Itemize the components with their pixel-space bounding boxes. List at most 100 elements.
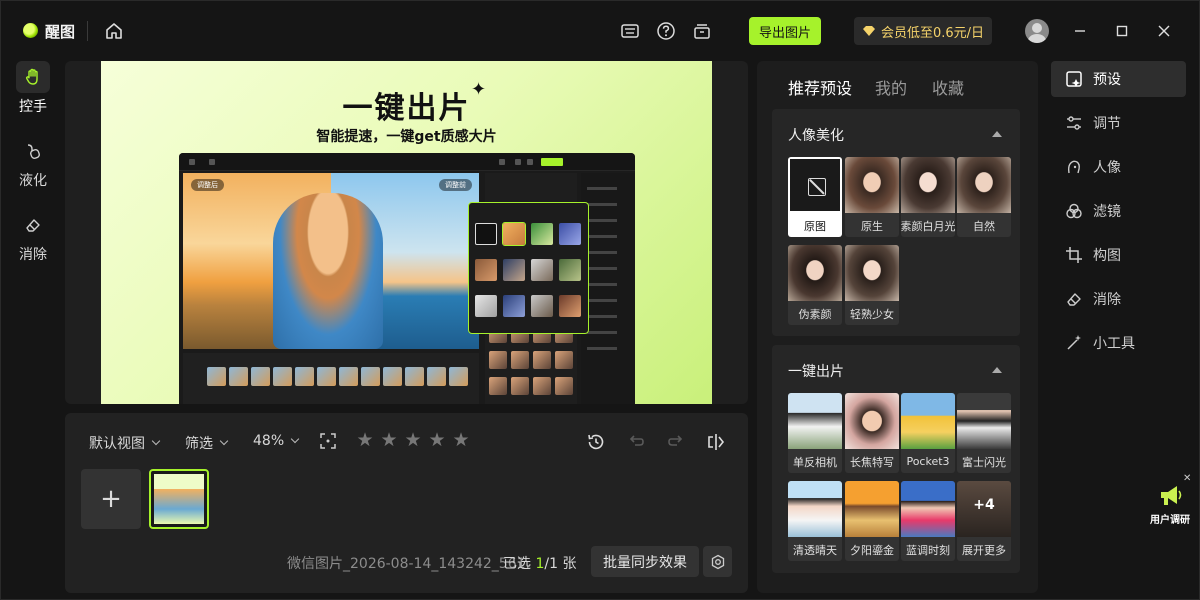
collapse-icon[interactable] [992,367,1002,373]
section-title[interactable]: 人像美化 [788,125,844,145]
preset-item[interactable]: 单反相机 [788,393,842,473]
poster-title: 一键出片 [342,91,471,126]
preset-icon [1065,70,1083,88]
crop-icon [1065,246,1083,264]
filter-dropdown[interactable]: 筛选 [185,433,229,453]
collapse-icon[interactable] [992,131,1002,137]
help-icon[interactable] [655,20,677,42]
fit-screen-icon[interactable] [319,432,337,450]
undo-icon[interactable] [625,431,647,453]
title-divider [87,21,88,41]
file-name: 微信图片_2026-08-14_143242_561. [287,556,530,572]
preset-item[interactable]: 原生 [845,157,899,237]
preset-item[interactable]: 伪素颜 [788,245,842,325]
tab-recommended[interactable]: 推荐预设 [788,75,852,99]
maximize-icon[interactable] [1111,20,1133,42]
user-avatar[interactable] [1025,19,1049,43]
mock-tag-after: 调整后 [191,179,224,191]
compare-icon[interactable] [705,431,727,453]
nav-label: 调节 [1093,116,1121,132]
redo-icon[interactable] [665,431,687,453]
tool-label: 液化 [19,173,47,189]
nav-preset[interactable]: 预设 [1051,61,1186,97]
preset-original[interactable]: 原图 [788,157,842,237]
nav-filter[interactable]: 滤镜 [1051,193,1186,229]
portrait-icon [1065,158,1083,176]
preset-item[interactable]: 自然 [957,157,1011,237]
liquify-icon [16,135,50,167]
tool-erase[interactable]: 消除 [1,209,65,269]
eraser-icon [16,209,50,241]
image-canvas[interactable]: 一键出片 ✦ 智能提速，一键get质感大片 调整后 调整前 [65,61,748,404]
edited-image: 一键出片 ✦ 智能提速，一键get质感大片 调整后 调整前 [101,61,712,404]
home-icon[interactable] [103,20,125,42]
no-effect-icon [808,178,826,196]
nav-label: 滤镜 [1093,204,1121,220]
tool-label: 消除 [19,247,47,263]
preset-item[interactable]: 夕阳鎏金 [845,481,899,561]
preset-expand-more[interactable]: +4 展开更多 [957,481,1011,561]
zoom-value: 48% [253,433,285,449]
tool-liquify[interactable]: 液化 [1,135,65,195]
export-image-button[interactable]: 导出图片 [749,17,821,45]
archive-icon[interactable] [691,20,713,42]
nav-label: 小工具 [1093,336,1135,352]
survey-label: 用户调研 [1150,515,1190,526]
presets-panel: 推荐预设 我的 收藏 人像美化 原图 原生 素颜白月光 自然 伪素颜 轻熟少女 … [757,61,1038,593]
chevron-down-icon [151,436,161,446]
chevron-down-icon [290,434,300,444]
sliders-icon [1065,114,1083,132]
rating-stars[interactable]: ★ ★ ★ ★ ★ [355,429,471,451]
user-survey-button[interactable]: ✕ 用户调研 [1143,473,1197,527]
nav-label: 消除 [1093,292,1121,308]
history-icon[interactable] [585,431,607,453]
nav-portrait[interactable]: 人像 [1051,149,1186,185]
star-icon[interactable]: ★ [451,429,471,451]
zoom-dropdown[interactable]: 48% [253,433,300,449]
sparkle-icon: ✦ [471,79,487,100]
plus-icon: + [100,484,122,514]
view-dropdown[interactable]: 默认视图 [89,433,161,453]
close-icon[interactable]: ✕ [1183,473,1191,484]
star-icon[interactable]: ★ [427,429,447,451]
nav-tools[interactable]: 小工具 [1051,325,1186,361]
tool-hand[interactable]: 控手 [1,61,65,121]
sync-settings-button[interactable] [703,546,732,577]
nav-label: 人像 [1093,160,1121,176]
star-icon[interactable]: ★ [355,429,375,451]
tab-favorites[interactable]: 收藏 [932,75,964,99]
title-bar: 醒图 导出图片 会员低至0.6元/日 [1,1,1200,61]
selection-count: 已选 1/1 张 [503,556,577,572]
close-icon[interactable] [1153,20,1175,42]
section-title[interactable]: 一键出片 [788,361,844,381]
batch-sync-button[interactable]: 批量同步效果 [591,546,699,577]
section-one-click: 一键出片 单反相机 长焦特写 Pocket3 富士闪光 清透晴天 夕阳鎏金 蓝调… [772,345,1020,573]
tool-label: 控手 [19,99,47,115]
tab-mine[interactable]: 我的 [875,75,907,99]
keyboard-icon[interactable] [619,20,641,42]
nav-crop[interactable]: 构图 [1051,237,1186,273]
add-image-button[interactable]: + [81,469,141,529]
nav-erase[interactable]: 消除 [1051,281,1186,317]
filter-label: 筛选 [185,436,213,452]
app-logo-icon [23,23,38,38]
eraser-icon [1065,290,1083,308]
preset-item[interactable]: Pocket3 [901,393,955,473]
settings-icon [711,554,724,569]
preset-item[interactable]: 富士闪光 [957,393,1011,473]
mockup-popup [468,202,589,334]
magic-wand-icon [1065,334,1083,352]
star-icon[interactable]: ★ [403,429,423,451]
star-icon[interactable]: ★ [379,429,399,451]
nav-adjust[interactable]: 调节 [1051,105,1186,141]
preset-item[interactable]: 素颜白月光 [901,157,955,237]
poster-subtitle: 智能提速，一键get质感大片 [316,129,497,145]
minimize-icon[interactable] [1069,20,1091,42]
preset-item[interactable]: 蓝调时刻 [901,481,955,561]
image-thumbnail[interactable] [149,469,209,529]
vip-button[interactable]: 会员低至0.6元/日 [854,17,992,45]
preset-item[interactable]: 轻熟少女 [845,245,899,325]
preset-item[interactable]: 长焦特写 [845,393,899,473]
megaphone-icon [1161,486,1182,505]
preset-item[interactable]: 清透晴天 [788,481,842,561]
